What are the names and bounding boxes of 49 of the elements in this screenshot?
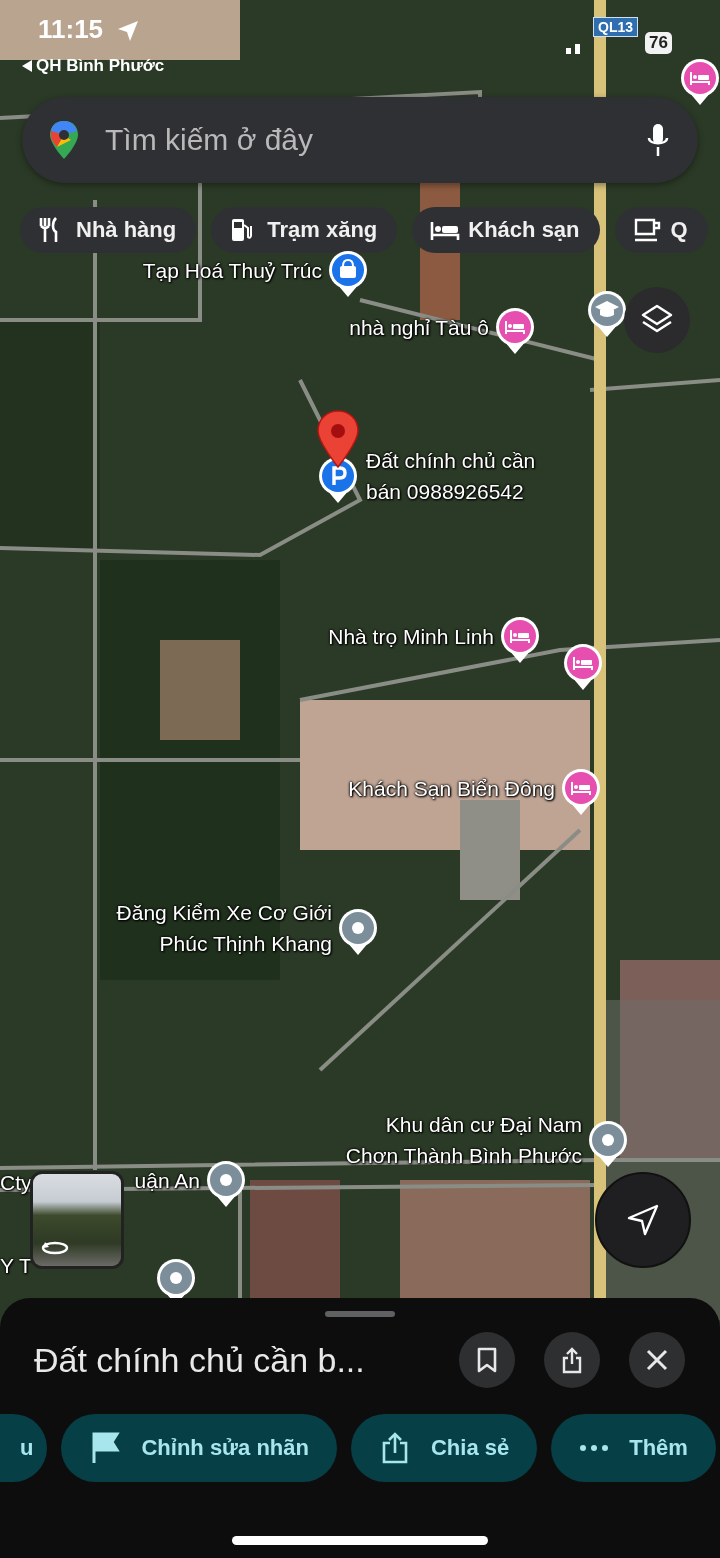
location-arrow-icon bbox=[117, 20, 139, 42]
category-chip[interactable]: Khách sạn bbox=[412, 207, 600, 253]
back-link[interactable]: QH Bình Phước bbox=[22, 56, 165, 76]
category-chip[interactable]: Q bbox=[614, 207, 708, 253]
battery-indicator: 76 bbox=[645, 32, 672, 54]
dot-pin-icon[interactable] bbox=[206, 1160, 246, 1208]
bed-pin-icon[interactable] bbox=[563, 643, 603, 691]
close-button[interactable] bbox=[629, 1332, 685, 1388]
place-label[interactable]: Nhà trọ Minh Linh bbox=[328, 620, 494, 652]
rotate-icon bbox=[41, 1240, 69, 1256]
dot-pin-icon[interactable] bbox=[588, 1120, 628, 1168]
cup-icon bbox=[632, 216, 663, 244]
category-chip[interactable]: Nhà hàng bbox=[20, 207, 197, 253]
place-title: Đất chính chủ cần b... bbox=[34, 1340, 366, 1380]
bag-pin-icon[interactable] bbox=[328, 250, 368, 298]
place-label[interactable]: Khu dân cư Đại Nam Chơn Thành Bình Phước bbox=[345, 1109, 582, 1171]
category-chip[interactable]: Trạm xăng bbox=[211, 207, 398, 253]
status-time: 11:15 bbox=[38, 14, 104, 45]
place-label[interactable]: Đất chính chủ cần bán 0988926542 bbox=[366, 445, 536, 507]
more-dots-icon bbox=[579, 1444, 610, 1452]
map-pin-logo-icon bbox=[49, 120, 79, 160]
bed-pin-icon[interactable] bbox=[495, 307, 535, 355]
place-marker-icon[interactable] bbox=[316, 410, 360, 468]
place-label[interactable]: uận An bbox=[134, 1164, 200, 1196]
save-button[interactable] bbox=[459, 1332, 515, 1388]
action-chip[interactable]: Thêm bbox=[551, 1414, 716, 1482]
back-triangle-icon bbox=[22, 60, 32, 72]
drag-handle[interactable] bbox=[325, 1311, 395, 1317]
place-label: Cty bbox=[0, 1169, 32, 1196]
place-label[interactable]: Tạp Hoá Thuỷ Trúc bbox=[142, 254, 322, 286]
action-chip[interactable]: u bbox=[0, 1414, 48, 1482]
bed-pin-icon[interactable] bbox=[680, 58, 720, 106]
dot-pin-icon[interactable] bbox=[338, 908, 378, 956]
place-label[interactable]: nhà nghỉ Tàu ô bbox=[349, 311, 489, 343]
road-shield: QL13 bbox=[593, 17, 638, 37]
search-field[interactable]: Tìm kiếm ở đây bbox=[105, 123, 620, 157]
mortarboard-pin-icon[interactable] bbox=[587, 290, 627, 338]
place-label[interactable]: Đăng Kiểm Xe Cơ Giới Phúc Thịnh Khang bbox=[116, 897, 332, 959]
place-label: Y T bbox=[0, 1252, 32, 1279]
search-bar[interactable]: Tìm kiếm ở đây bbox=[22, 97, 698, 183]
signal-bars-icon bbox=[566, 42, 582, 54]
parking-pin-icon[interactable] bbox=[318, 456, 358, 504]
navigation-arrow-icon bbox=[626, 1203, 660, 1237]
share-button[interactable] bbox=[544, 1332, 600, 1388]
microphone-icon[interactable] bbox=[646, 123, 670, 157]
action-chip[interactable]: Chỉnh sửa nhãn bbox=[61, 1414, 337, 1482]
bed-pin-icon[interactable] bbox=[561, 768, 601, 816]
action-chip[interactable]: Chia sẻ bbox=[350, 1414, 538, 1482]
bed-pin-icon[interactable] bbox=[500, 616, 540, 664]
